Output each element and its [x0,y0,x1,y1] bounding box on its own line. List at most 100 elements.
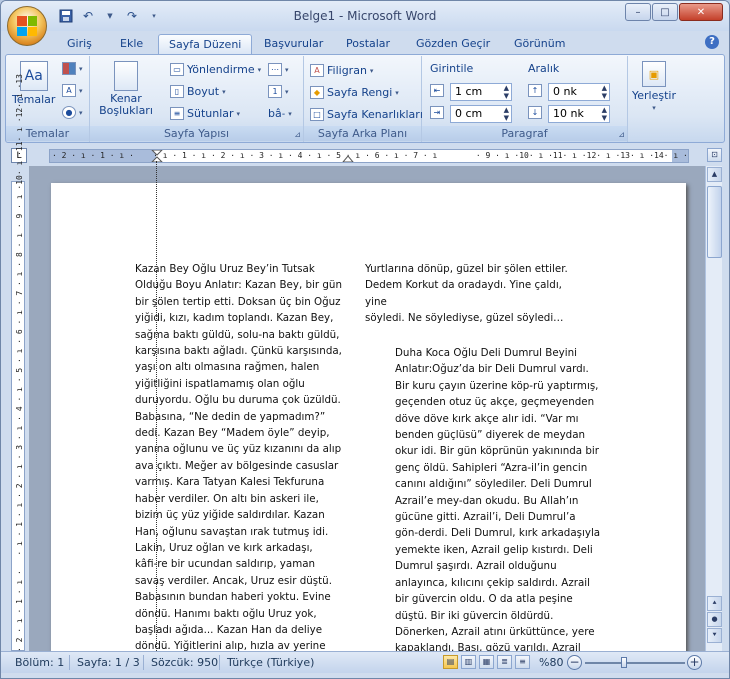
vertical-scrollbar[interactable]: ▲ ⯅ ● ⯆ [705,166,722,651]
boyut-button[interactable]: ▯ Boyut ▾ [170,85,226,98]
tab-gorunum[interactable]: Görünüm [504,34,575,54]
tab-ekle[interactable]: Ekle [110,34,153,54]
maximize-button[interactable]: □ [652,3,678,21]
spinner-arrows-icon[interactable]: ▲ ▼ [504,106,509,122]
text-line: Dedem Korkut da oradaydı. Yine çaldı, yi… [365,279,562,308]
tab-gozden-gecir[interactable]: Gözden Geçir [406,34,500,54]
previous-page-icon[interactable]: ⯅ [707,596,722,611]
text-line: ava çıktı. Meğer av bölgesinde casuslar [135,459,339,472]
breaks-button[interactable]: ⋯ ▾ [268,63,289,76]
filigran-button[interactable]: A Filigran ▾ [310,64,373,77]
close-button[interactable]: ✕ [679,3,723,21]
spinner-arrows-icon[interactable]: ▲ ▼ [602,106,607,122]
yerlestir-button[interactable]: ▣ Yerleştir ▾ [632,61,676,112]
text-line: Bir kuru çayın üzerine köp-rü yaptırmış, [395,379,599,392]
status-section[interactable]: Bölüm: 1 [15,656,64,669]
scroll-thumb[interactable] [707,186,722,258]
theme-colors-button[interactable]: ▾ [62,62,83,75]
sutunlar-button[interactable]: ≡ Sütunlar ▾ [170,107,240,120]
filigran-label: Filigran [327,64,367,77]
status-word-count[interactable]: Sözcük: 950 [151,656,218,669]
spinner-arrows-icon[interactable]: ▲ ▼ [602,84,607,100]
draft-view-icon[interactable]: ≡ [515,655,530,669]
column-marker-icon[interactable] [342,150,354,163]
spacing-before-value: 0 nk [553,85,577,98]
tab-giris[interactable]: Giriş [57,34,102,54]
full-screen-reading-icon[interactable]: ▥ [461,655,476,669]
theme-fonts-button[interactable]: A ▾ [62,84,83,97]
text-line: kapaklandı. Başı, gözü yarıldı. Azrail [395,642,581,651]
office-button[interactable] [7,6,47,46]
zoom-slider-handle[interactable] [621,657,627,668]
tab-basvurular[interactable]: Başvurular [254,34,333,54]
yonlendirme-label: Yönlendirme [187,63,255,76]
text-line: yiğitliğini ispatlamamış olan oğlu [135,377,305,390]
yonlendirme-button[interactable]: ▭ Yönlendirme ▾ [170,63,261,76]
vertical-ruler[interactable]: · 2 · ı · 1 · ı · · ı · 1 · ı · 2 · ı · … [11,74,25,652]
status-language[interactable]: Türkçe (Türkiye) [227,656,314,669]
dialog-launcher-icon[interactable]: ⊿ [294,130,301,139]
tab-sayfa-duzeni[interactable]: Sayfa Düzeni [158,34,253,54]
spacing-after-input[interactable]: 10 nk ▲ ▼ [548,105,610,123]
arrange-icon: ▣ [642,61,666,87]
theme-fonts-icon: A [62,84,76,97]
spacing-before-input[interactable]: 0 nk ▲ ▼ [548,83,610,101]
column-2-bottom[interactable]: Duha Koca Oğlu Deli Dumrul Beyini Anlatır… [395,345,607,651]
column-2-top[interactable]: Yurtlarına dönüp, güzel bir şölen ettile… [365,261,577,327]
group-label-paragraf: Paragraf [422,126,627,141]
text-line: bir güvercin oldu. O da atla peşine [395,593,573,606]
theme-colors-icon [62,62,76,75]
sayfa-rengi-label: Sayfa Rengi [327,86,393,99]
text-line: dedi. Kazan Bey “Madem öyle” deyip, [135,427,330,440]
spinner-arrows-icon[interactable]: ▲ ▼ [504,84,509,100]
help-icon[interactable]: ? [705,35,719,49]
indent-right-input[interactable]: 0 cm ▲ ▼ [450,105,512,123]
minimize-button[interactable]: – [625,3,651,21]
text-line: varmış. Kara Tatyan Kalesi Tekfuruna [135,476,325,489]
text-line: Babasına, “Ne dedin de yapmadım?” [135,410,326,423]
sayfa-kenarliklari-button[interactable]: □ Sayfa Kenarlıkları [310,108,423,121]
text-line: Azrail’e mey-dan okudu. Bu Allah’ın [395,494,579,507]
zoom-out-icon[interactable]: − [567,655,582,670]
girintile-label: Girintile [430,62,474,75]
text-line: duruyordu. Oğlu bu duruma çok üzüldü. [135,394,341,407]
text-line: Lakin, Uruz oğlan ve kırk arkadaşı, [135,541,313,554]
yerlestir-label: Yerleştir [632,89,676,102]
text-line: yanına oğlunu ve üç yüz kızanını da alıp [135,443,342,456]
status-separator [69,655,70,670]
zoom-slider[interactable] [585,662,685,664]
browse-object-icon[interactable]: ● [707,612,722,627]
document-page[interactable]: Kazan Bey Oğlu Uruz Bey’in Tutsak Olduğu … [51,183,686,651]
print-layout-view-icon[interactable]: ▤ [443,655,458,669]
breaks-icon: ⋯ [268,63,282,76]
view-ruler-icon[interactable]: ⊡ [707,148,722,162]
status-page[interactable]: Sayfa: 1 / 3 [77,656,140,669]
web-layout-icon[interactable]: ▦ [479,655,494,669]
tab-postalar[interactable]: Postalar [336,34,400,54]
hyphenation-button[interactable]: bâ˗ ▾ [268,107,292,120]
kenar-bosluklari-button[interactable]: Kenar Boşlukları [94,61,158,117]
status-separator [143,655,144,670]
group-yerlestir: ▣ Yerleştir ▾ [628,56,676,142]
indent-right-icon: ⇥ [430,106,444,119]
column-1[interactable]: Kazan Bey Oğlu Uruz Bey’in Tutsak Olduğu … [135,261,347,651]
text-line: Yurtlarına dönüp, güzel bir şölen ettile… [365,263,568,275]
indent-left-input[interactable]: 1 cm ▲ ▼ [450,83,512,101]
text-line: bir şölen tertip etti. Doksan üç bin Oğu… [135,295,341,308]
zoom-level[interactable]: %80 [539,656,563,669]
next-page-icon[interactable]: ⯆ [707,628,722,643]
outline-view-icon[interactable]: ≣ [497,655,512,669]
spacing-before-icon: ↑ [528,84,542,97]
indent-marker-icon[interactable] [151,150,163,163]
dialog-launcher-icon[interactable]: ⊿ [618,130,625,139]
text-line: Kazan Bey Oğlu Uruz Bey’in Tutsak [135,263,315,275]
group-sayfa-yapisi: Kenar Boşlukları ▭ Yönlendirme ▾ ▯ Boyut ▾… [90,56,304,142]
text-line: okur idi. Bir gün köprünün yakınında bir [395,445,600,458]
horizontal-ruler[interactable]: · 2 · ı · 1 · ı · · ı · 1 · ı · 2 · ı · … [49,149,689,163]
scroll-up-icon[interactable]: ▲ [707,167,722,182]
group-sayfa-arka-plani: A Filigran ▾ ◆ Sayfa Rengi ▾ □ Sayfa Kenar… [304,56,423,142]
theme-effects-button[interactable]: ● ▾ [62,106,83,119]
line-numbers-button[interactable]: 1 ▾ [268,85,289,98]
zoom-in-icon[interactable]: + [687,655,702,670]
sayfa-rengi-button[interactable]: ◆ Sayfa Rengi ▾ [310,86,399,99]
